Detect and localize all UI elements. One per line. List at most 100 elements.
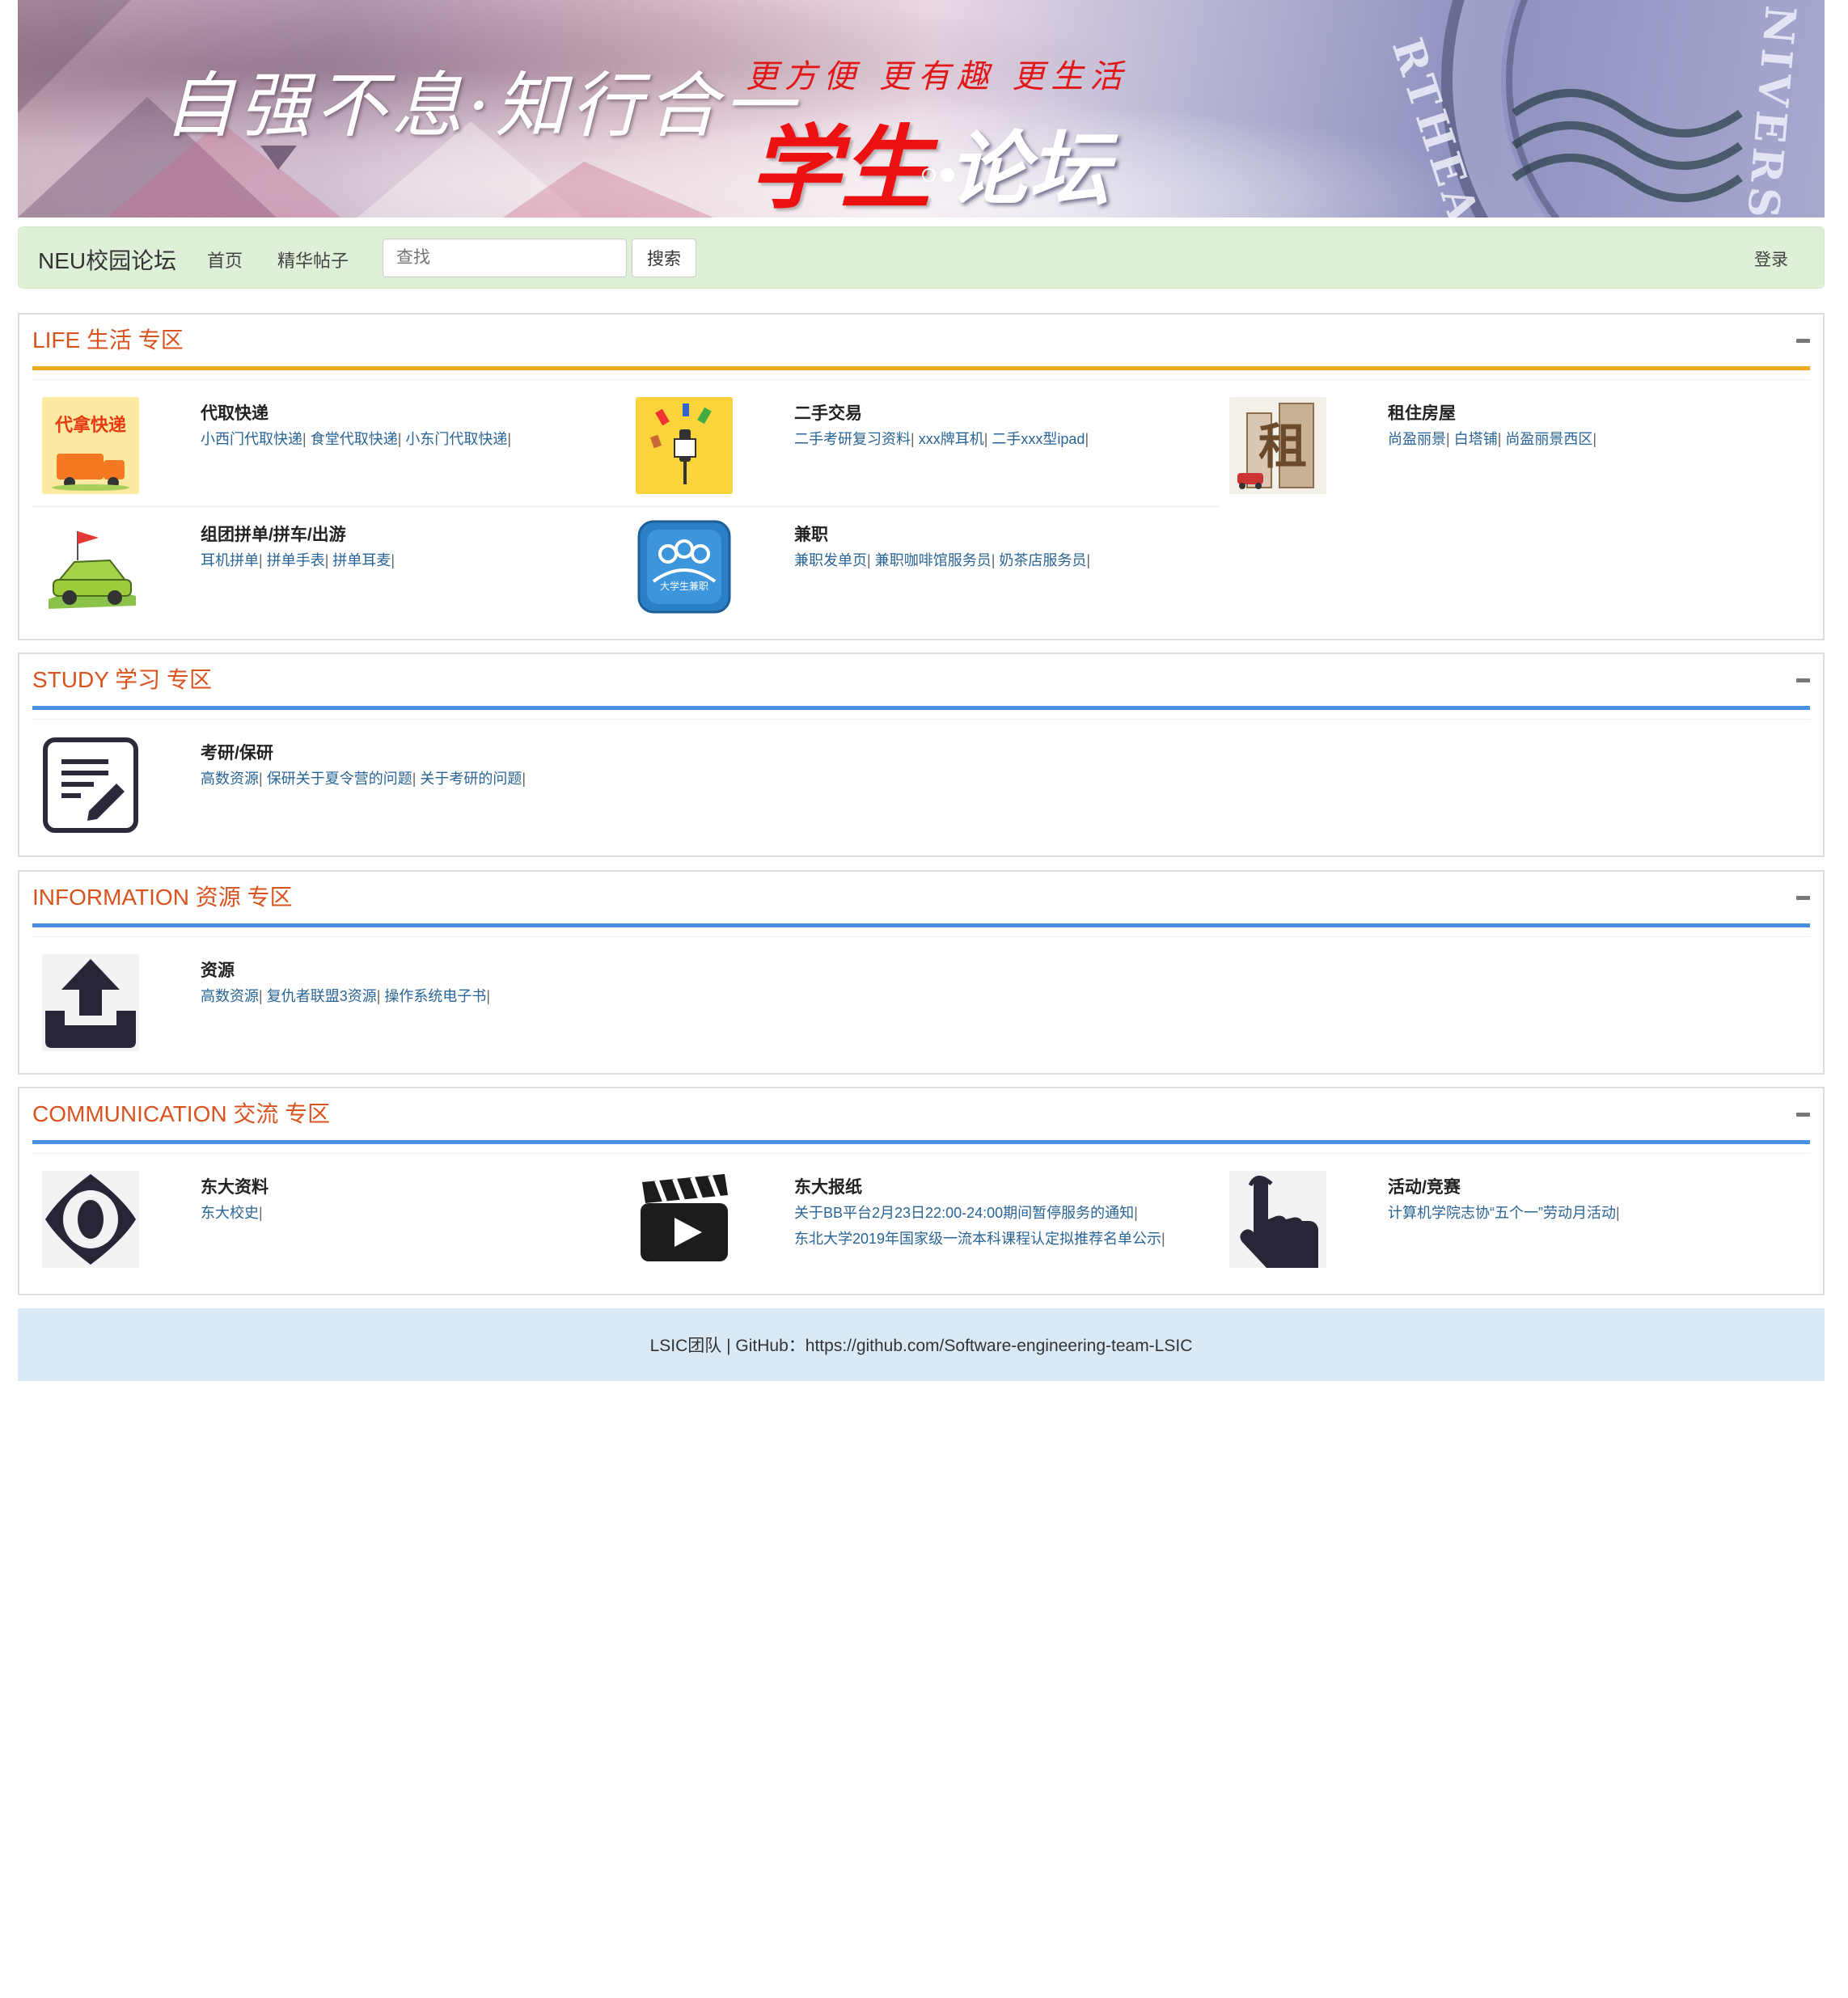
board-item[interactable]: 资源 高数资源| 复仇者联盟3资源| 操作系统电子书|: [32, 944, 623, 1066]
delivery-truck-icon: 代拿快递: [42, 397, 139, 494]
divider: [32, 1153, 1810, 1154]
thumb-text: 代拿快递: [54, 415, 126, 436]
section-information: INFORMATION 资源 专区 资源 高数资源| 复仇者联盟3资源| 操作系…: [18, 870, 1825, 1075]
board-name[interactable]: 东大资料: [201, 1174, 269, 1198]
board-name[interactable]: 资源: [201, 957, 235, 982]
board-name[interactable]: 代取快递: [201, 400, 269, 425]
board-link[interactable]: 小东门代取快递: [405, 431, 507, 447]
board-links: 高数资源| 复仇者联盟3资源| 操作系统电子书|: [201, 988, 491, 1004]
board-link[interactable]: 拼单耳麦: [332, 552, 391, 568]
section-accent-line: [32, 366, 1810, 370]
footer: LSIC团队 | GitHub：https://github.com/Softw…: [18, 1308, 1825, 1381]
board-name[interactable]: 二手交易: [794, 400, 862, 425]
board-item[interactable]: 考研/保研 高数资源| 保研关于夏令营的问题| 关于考研的问题|: [32, 727, 623, 848]
board-link[interactable]: 操作系统电子书: [384, 988, 486, 1004]
section-life: LIFE 生活 专区 代拿快递 代取快递 小西门代取快递| 食堂代取快递| 小东…: [18, 313, 1825, 640]
board-link[interactable]: 关于BB平台2月23日22:00-24:00期间暂停服务的通知: [794, 1205, 1134, 1221]
login-link[interactable]: 登录: [1754, 247, 1788, 271]
thumb-text: 租: [1258, 419, 1307, 475]
board-link[interactable]: 尚盈丽景西区: [1505, 431, 1592, 447]
section-title: STUDY 学习 专区: [32, 667, 212, 692]
board-name[interactable]: 考研/保研: [201, 740, 273, 764]
rent-building-icon: 租: [1229, 397, 1326, 494]
board-link[interactable]: 小西门代取快递: [201, 431, 302, 447]
board-link[interactable]: 二手考研复习资料: [794, 431, 911, 447]
divider: [32, 719, 1810, 720]
board-name[interactable]: 活动/竞赛: [1388, 1174, 1461, 1198]
banner-slogan-left: 自强不息·知行合一: [163, 64, 799, 147]
board-link[interactable]: 耳机拼单: [201, 552, 259, 568]
board-name[interactable]: 组团拼单/拼车/出游: [201, 522, 346, 546]
section-title: LIFE 生活 专区: [32, 327, 184, 353]
collapse-icon[interactable]: [1796, 1113, 1810, 1117]
board-item[interactable]: 租 租住房屋 尚盈丽景| 白塔铺| 尚盈丽景西区|: [1220, 387, 1810, 509]
car-trip-icon: [42, 518, 139, 615]
board-link[interactable]: 二手xxx型ipad: [992, 431, 1085, 447]
board-link[interactable]: xxx牌耳机: [919, 431, 984, 447]
eye-icon: [42, 1171, 139, 1268]
divider: [32, 936, 1810, 937]
board-link[interactable]: 食堂代取快递: [311, 431, 398, 447]
navbar: NEU校园论坛 首页 精华帖子 搜索 登录: [18, 226, 1825, 289]
board-link[interactable]: 奶茶店服务员: [999, 552, 1086, 568]
board-link[interactable]: 高数资源: [201, 771, 259, 787]
board-links: 兼职发单页| 兼职咖啡馆服务员| 奶茶店服务员|: [794, 552, 1091, 568]
board-item[interactable]: 二手交易 二手考研复习资料| xxx牌耳机| 二手xxx型ipad|: [626, 387, 1216, 509]
board-links: 东大校史|: [201, 1205, 263, 1221]
board-links: 计算机学院志协“五个一”劳动月活动|: [1388, 1205, 1620, 1221]
board-link[interactable]: 兼职发单页: [794, 552, 867, 568]
brand-logo[interactable]: NEU校园论坛: [38, 243, 176, 276]
section-communication: COMMUNICATION 交流 专区 东大资料 东大校史| 东大报纸 关于BB…: [18, 1087, 1825, 1295]
banner-carousel[interactable]: RTHEASTER NIVERSI 自强不息·知行合一 更方便 更有趣 更生活 …: [18, 0, 1825, 218]
board-name[interactable]: 租住房屋: [1388, 400, 1456, 425]
board-item[interactable]: 活动/竞赛 计算机学院志协“五个一”劳动月活动|: [1220, 1161, 1810, 1282]
board-links: 高数资源| 保研关于夏令营的问题| 关于考研的问题|: [201, 771, 526, 787]
footer-text: LSIC团队 | GitHub：https://github.com/Softw…: [649, 1337, 1193, 1355]
board-link[interactable]: 尚盈丽景: [1388, 431, 1446, 447]
banner-slogan-small: 更方便 更有趣 更生活: [746, 58, 1129, 95]
video-clapper-icon: [636, 1171, 733, 1268]
board-item[interactable]: 东大报纸 关于BB平台2月23日22:00-24:00期间暂停服务的通知| 东北…: [626, 1161, 1216, 1282]
board-link[interactable]: 东北大学2019年国家级一流本科课程认定拟推荐名单公示: [794, 1231, 1161, 1247]
carousel-dot[interactable]: [922, 168, 936, 182]
carousel-indicators: [922, 168, 954, 182]
board-item[interactable]: 东大资料 东大校史|: [32, 1161, 623, 1282]
board-link[interactable]: 白塔铺: [1454, 431, 1498, 447]
pointer-hand-icon: [1229, 1171, 1326, 1268]
section-accent-line: [32, 1140, 1810, 1144]
collapse-icon[interactable]: [1796, 896, 1810, 900]
board-links: 关于BB平台2月23日22:00-24:00期间暂停服务的通知| 东北大学201…: [794, 1205, 1165, 1247]
collapse-icon[interactable]: [1796, 339, 1810, 343]
divider: [32, 379, 1810, 380]
search-button[interactable]: 搜索: [632, 239, 696, 277]
board-link[interactable]: 保研关于夏令营的问题: [267, 771, 412, 787]
carousel-dot-active[interactable]: [941, 168, 954, 182]
board-link[interactable]: 兼职咖啡馆服务员: [875, 552, 992, 568]
board-item[interactable]: 组团拼单/拼车/出游 耳机拼单| 拼单手表| 拼单耳麦|: [32, 509, 623, 630]
board-item[interactable]: 大学生兼职 兼职 兼职发单页| 兼职咖啡馆服务员| 奶茶店服务员|: [626, 509, 1216, 630]
collapse-icon[interactable]: [1796, 678, 1810, 682]
banner-title-white: 论坛: [948, 121, 1110, 217]
board-link[interactable]: 复仇者联盟3资源: [267, 988, 377, 1004]
board-links: 二手考研复习资料| xxx牌耳机| 二手xxx型ipad|: [794, 431, 1089, 447]
section-study: STUDY 学习 专区 考研/保研 高数资源| 保研关于夏令营的问题| 关于考研…: [18, 653, 1825, 857]
section-title: INFORMATION 资源 专区: [32, 885, 293, 910]
upload-icon: [42, 954, 139, 1051]
board-item[interactable]: 代拿快递 代取快递 小西门代取快递| 食堂代取快递| 小东门代取快递|: [32, 387, 623, 509]
nav-home[interactable]: 首页: [207, 247, 243, 272]
board-link[interactable]: 拼单手表: [267, 552, 325, 568]
section-accent-line: [32, 923, 1810, 927]
part-time-icon: 大学生兼职: [636, 518, 733, 615]
thumb-text: 大学生兼职: [660, 580, 708, 592]
row-divider: [32, 506, 1220, 507]
board-link[interactable]: 关于考研的问题: [420, 771, 522, 787]
board-name[interactable]: 东大报纸: [794, 1174, 862, 1198]
board-link[interactable]: 计算机学院志协“五个一”劳动月活动: [1388, 1205, 1616, 1221]
board-name[interactable]: 兼职: [794, 522, 828, 546]
section-accent-line: [32, 706, 1810, 710]
board-links: 耳机拼单| 拼单手表| 拼单耳麦|: [201, 552, 395, 568]
board-link[interactable]: 东大校史: [201, 1205, 259, 1221]
board-link[interactable]: 高数资源: [201, 988, 259, 1004]
nav-featured-posts[interactable]: 精华帖子: [277, 247, 349, 272]
search-input[interactable]: [383, 239, 627, 277]
